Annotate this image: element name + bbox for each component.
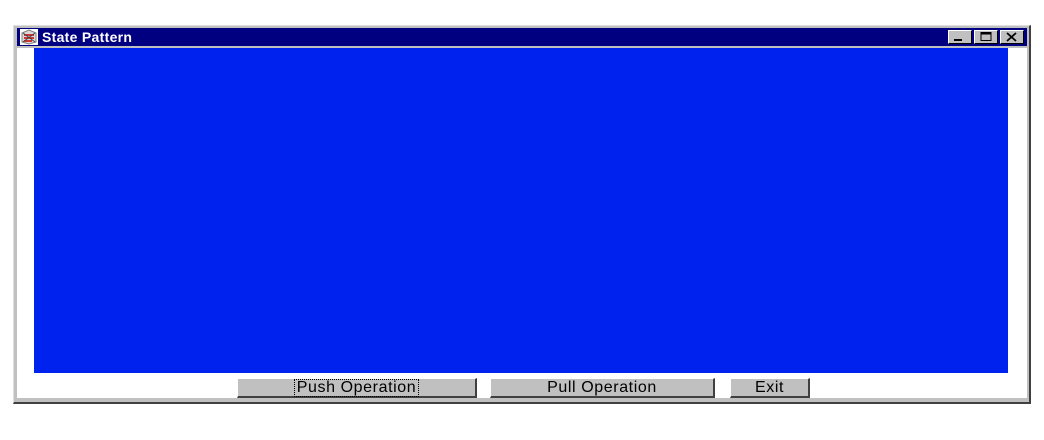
app-window: State Pattern Push Operation Pull Operat… [13, 25, 1031, 404]
exit-label: Exit [754, 378, 785, 396]
title-bar[interactable]: State Pattern [17, 28, 1027, 46]
window-controls [948, 30, 1024, 44]
maximize-icon [980, 32, 992, 41]
push-operation-button[interactable]: Push Operation [237, 378, 477, 398]
window-title: State Pattern [42, 29, 133, 45]
close-button[interactable] [1000, 30, 1024, 44]
push-operation-label: Push Operation [293, 378, 420, 397]
button-row: Push Operation Pull Operation Exit [17, 376, 1027, 398]
pull-operation-label: Pull Operation [547, 378, 657, 396]
maximize-button[interactable] [974, 30, 998, 44]
drawing-canvas[interactable] [34, 48, 1008, 373]
close-icon [1006, 32, 1017, 42]
client-area: Push Operation Pull Operation Exit [17, 48, 1027, 398]
pull-operation-button[interactable]: Pull Operation [490, 378, 715, 398]
minimize-button[interactable] [948, 30, 972, 44]
java-app-icon[interactable] [20, 29, 38, 45]
exit-button[interactable]: Exit [730, 378, 810, 398]
minimize-icon [954, 39, 962, 41]
